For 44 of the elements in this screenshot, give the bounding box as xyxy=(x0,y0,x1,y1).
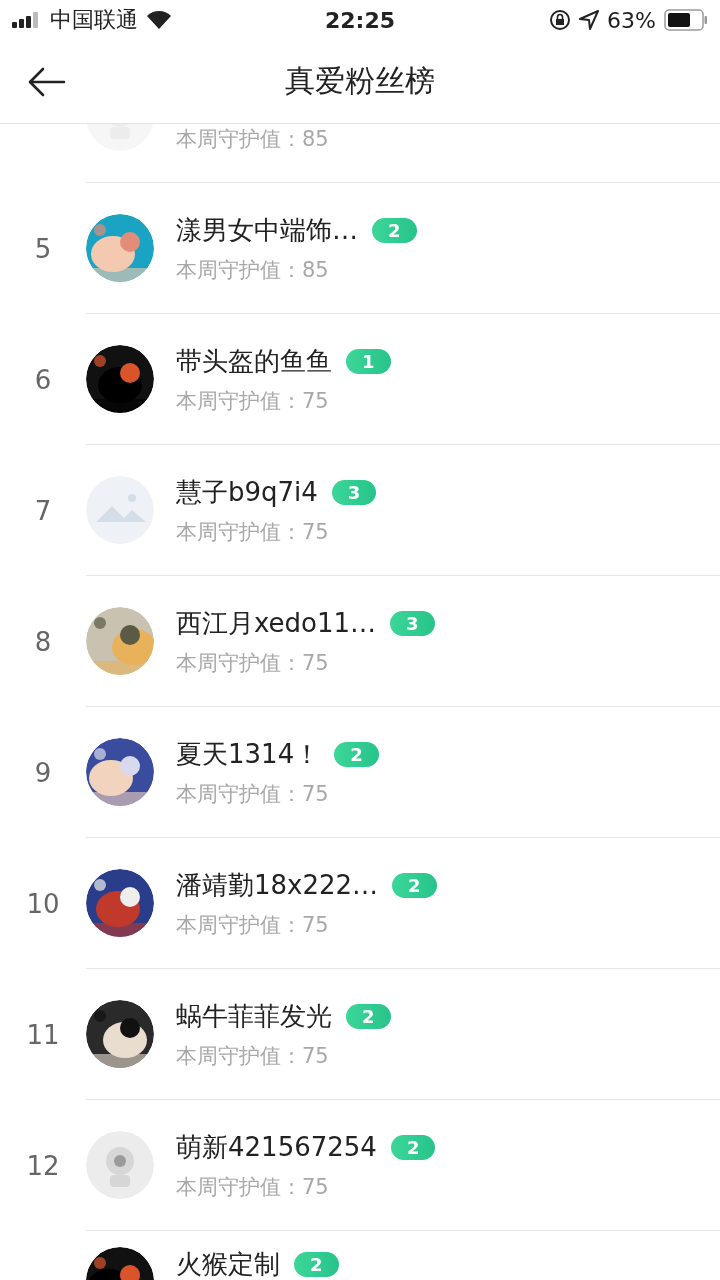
clock-time: 22:25 xyxy=(325,7,395,33)
rank-number: 7 xyxy=(33,495,53,526)
back-arrow-icon[interactable] xyxy=(28,66,66,97)
level-badge: 2 xyxy=(346,1003,391,1029)
level-badge: 2 xyxy=(334,741,379,767)
battery-icon xyxy=(664,9,708,31)
page-title: 真爱粉丝榜 xyxy=(285,62,435,100)
level-badge: 2 xyxy=(294,1252,339,1277)
level-badge: 2 xyxy=(372,217,417,243)
fan-name: 蜗牛菲菲发光 xyxy=(176,999,332,1033)
fan-name: 漾男女中端饰… xyxy=(176,213,358,247)
level-badge: 2 xyxy=(392,872,437,898)
guard-value: 本周守护值：75 xyxy=(176,1173,330,1201)
guard-value: 本周守护值：75 xyxy=(176,1042,330,1070)
fan-name: 萌新421567254 xyxy=(176,1130,377,1164)
location-icon xyxy=(579,10,600,30)
guard-value: 本周守护值：85 xyxy=(176,125,329,153)
rotation-lock-icon xyxy=(549,9,572,31)
battery-percent: 63% xyxy=(607,7,656,33)
guard-value: 本周守护值：75 xyxy=(176,780,330,808)
rank-number: 6 xyxy=(33,364,53,395)
fan-name: 带头盔的鱼鱼 xyxy=(176,344,332,378)
fan-name: 潘靖勤18x222… xyxy=(176,868,379,902)
level-badge: 2 xyxy=(390,1134,436,1160)
fan-name: 慧子b9q7i4 xyxy=(176,475,318,509)
level-badge: 3 xyxy=(390,610,435,636)
rank-number: 5 xyxy=(33,233,53,264)
fan-name: 西江月xedo11… xyxy=(176,606,377,640)
fan-name: 夏天1314！ xyxy=(176,737,321,771)
rank-number: 8 xyxy=(33,626,53,657)
guard-value: 本周守护值：75 xyxy=(176,911,330,939)
rank-number: 9 xyxy=(33,757,53,788)
guard-value: 本周守护值：75 xyxy=(176,649,330,677)
level-badge: 3 xyxy=(331,479,377,505)
rank-number: 11 xyxy=(25,1019,61,1050)
rank-number: 10 xyxy=(25,888,61,919)
wifi-icon xyxy=(146,10,172,30)
carrier-name: 中国联通 xyxy=(50,6,138,34)
rank-number: 12 xyxy=(25,1150,61,1181)
guard-value: 本周守护值：85 xyxy=(176,256,330,284)
guard-value: 本周守护值：75 xyxy=(176,518,330,546)
level-badge: 1 xyxy=(346,348,391,374)
fan-name: 火猴定制 xyxy=(176,1248,280,1280)
guard-value: 本周守护值：75 xyxy=(176,387,330,415)
